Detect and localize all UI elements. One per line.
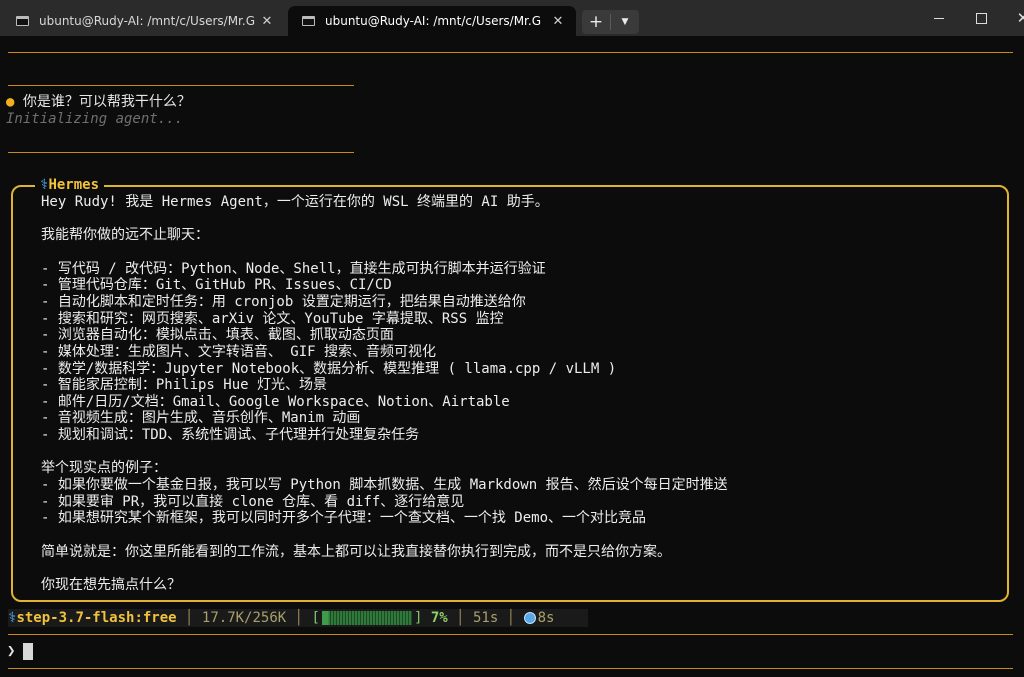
model-label: step-3.7-flash:free xyxy=(16,610,177,626)
response-line: Hey Rudy! 我是 Hermes Agent，一个运行在你的 WSL 终端… xyxy=(41,194,549,210)
minimize-button[interactable] xyxy=(916,0,962,36)
response-line: - 自动化脚本和定时任务：用 cronjob 设置定期运行，把结果自动推送给你 xyxy=(41,294,526,310)
maximize-button[interactable] xyxy=(958,0,1004,36)
context-bar-close: ] xyxy=(413,610,423,626)
prompt-icon: ❯ xyxy=(7,643,16,659)
response-line: 简单说就是：你这里所能看到的工作流，基本上都可以让我直接替你执行到完成，而不是只… xyxy=(41,544,671,560)
context-percent: 7% xyxy=(430,610,448,626)
response-line: - 智能家居控制：Philips Hue 灯光、场景 xyxy=(41,377,328,393)
response-line: - 如果要审 PR，我可以直接 clone 仓库、看 diff、逐行给意见 xyxy=(41,494,465,510)
new-tab-button[interactable]: + xyxy=(582,10,610,34)
title-bar: ubuntu@Rudy-AI: /mnt/c/Users/Mr.G ✕ ubun… xyxy=(0,0,1024,36)
tab-2-close-icon[interactable]: ✕ xyxy=(548,14,568,29)
divider xyxy=(8,85,354,86)
chevron-down-icon[interactable]: ▼ xyxy=(611,10,639,34)
separator: │ xyxy=(456,610,465,626)
response-line: - 规划和调试：TDD、系统性调试、子代理并行处理复杂任务 xyxy=(41,427,420,443)
timer-value: 8s xyxy=(537,610,555,626)
response-line: 举个现实点的例子： xyxy=(41,460,167,476)
close-window-button[interactable]: ✕ xyxy=(1000,0,1024,36)
response-line: - 搜索和研究：网页搜索、arXiv 论文、YouTube 字幕提取、RSS 监… xyxy=(41,311,504,327)
response-line: - 如果你要做一个基金日报，我可以写 Python 脚本抓数据、生成 Markd… xyxy=(41,477,728,493)
divider xyxy=(8,52,1013,53)
response-line: - 管理代码仓库：Git、GitHub PR、Issues、CI/CD xyxy=(41,277,392,293)
separator: │ xyxy=(506,610,516,626)
elapsed-time: 51s xyxy=(473,610,499,626)
response-line: - 如果想研究某个新框架，我可以同时开多个子代理：一个查文档、一个找 Demo、… xyxy=(41,510,646,526)
hermes-label: ⚕Hermes xyxy=(35,177,105,193)
context-bar-open: [ xyxy=(311,610,320,626)
tab-1-close-icon[interactable]: ✕ xyxy=(257,14,277,29)
divider xyxy=(8,668,1013,669)
separator: │ xyxy=(185,610,194,626)
tab-1-title: ubuntu@Rudy-AI: /mnt/c/Users/Mr.G xyxy=(39,14,255,28)
response-line: - 音视频生成：图片生成、音乐创作、Manim 动画 xyxy=(41,410,361,426)
divider xyxy=(8,634,1013,635)
tab-2[interactable]: ubuntu@Rudy-AI: /mnt/c/Users/Mr.G ✕ xyxy=(288,6,576,36)
terminal-icon xyxy=(302,16,315,26)
divider xyxy=(8,152,354,153)
response-line: - 数学/数据科学：Jupyter Notebook、数据分析、模型推理 ( l… xyxy=(41,361,617,377)
hermes-label-text: Hermes xyxy=(48,177,100,193)
minimize-icon xyxy=(934,17,944,19)
tab-2-title: ubuntu@Rudy-AI: /mnt/c/Users/Mr.G xyxy=(325,14,541,28)
separator: │ xyxy=(294,610,304,626)
response-line: - 媒体处理：生成图片、文字转语音、 GIF 搜索、音频可视化 xyxy=(41,344,436,360)
token-count: 17.7K/256K xyxy=(201,610,287,626)
response-line: - 浏览器自动化：模拟点击、填表、截图、抓取动态页面 xyxy=(41,327,394,343)
terminal-icon xyxy=(16,16,29,26)
user-message-line: ● 你是谁？可以帮我干什么？ xyxy=(6,94,191,110)
tab-1[interactable]: ubuntu@Rudy-AI: /mnt/c/Users/Mr.G ✕ xyxy=(2,6,285,36)
response-line: - 邮件/日历/文档：Gmail、Google Workspace、Notion… xyxy=(41,394,510,410)
maximize-icon xyxy=(975,12,987,24)
model-name: ⚕step-3.7-flash:free xyxy=(8,609,177,627)
response-line: - 写代码 / 改代码：Python、Node、Shell，直接生成可执行脚本并… xyxy=(41,261,546,277)
status-text: Initializing agent... xyxy=(6,111,184,127)
input-cursor[interactable] xyxy=(23,643,33,660)
response-line: 你现在想先搞点什么？ xyxy=(41,577,181,593)
new-tab-group: + ▼ xyxy=(582,10,639,34)
user-message: 你是谁？可以帮我干什么？ xyxy=(22,94,191,110)
response-line: 我能帮你做的远不止聊天： xyxy=(41,227,209,243)
status-bar: ⚕step-3.7-flash:free │ 17.7K/256K │ [ ] … xyxy=(8,609,588,627)
timer-icon xyxy=(523,612,536,624)
user-bullet-icon: ● xyxy=(6,94,15,110)
context-progress-bar xyxy=(321,611,412,625)
